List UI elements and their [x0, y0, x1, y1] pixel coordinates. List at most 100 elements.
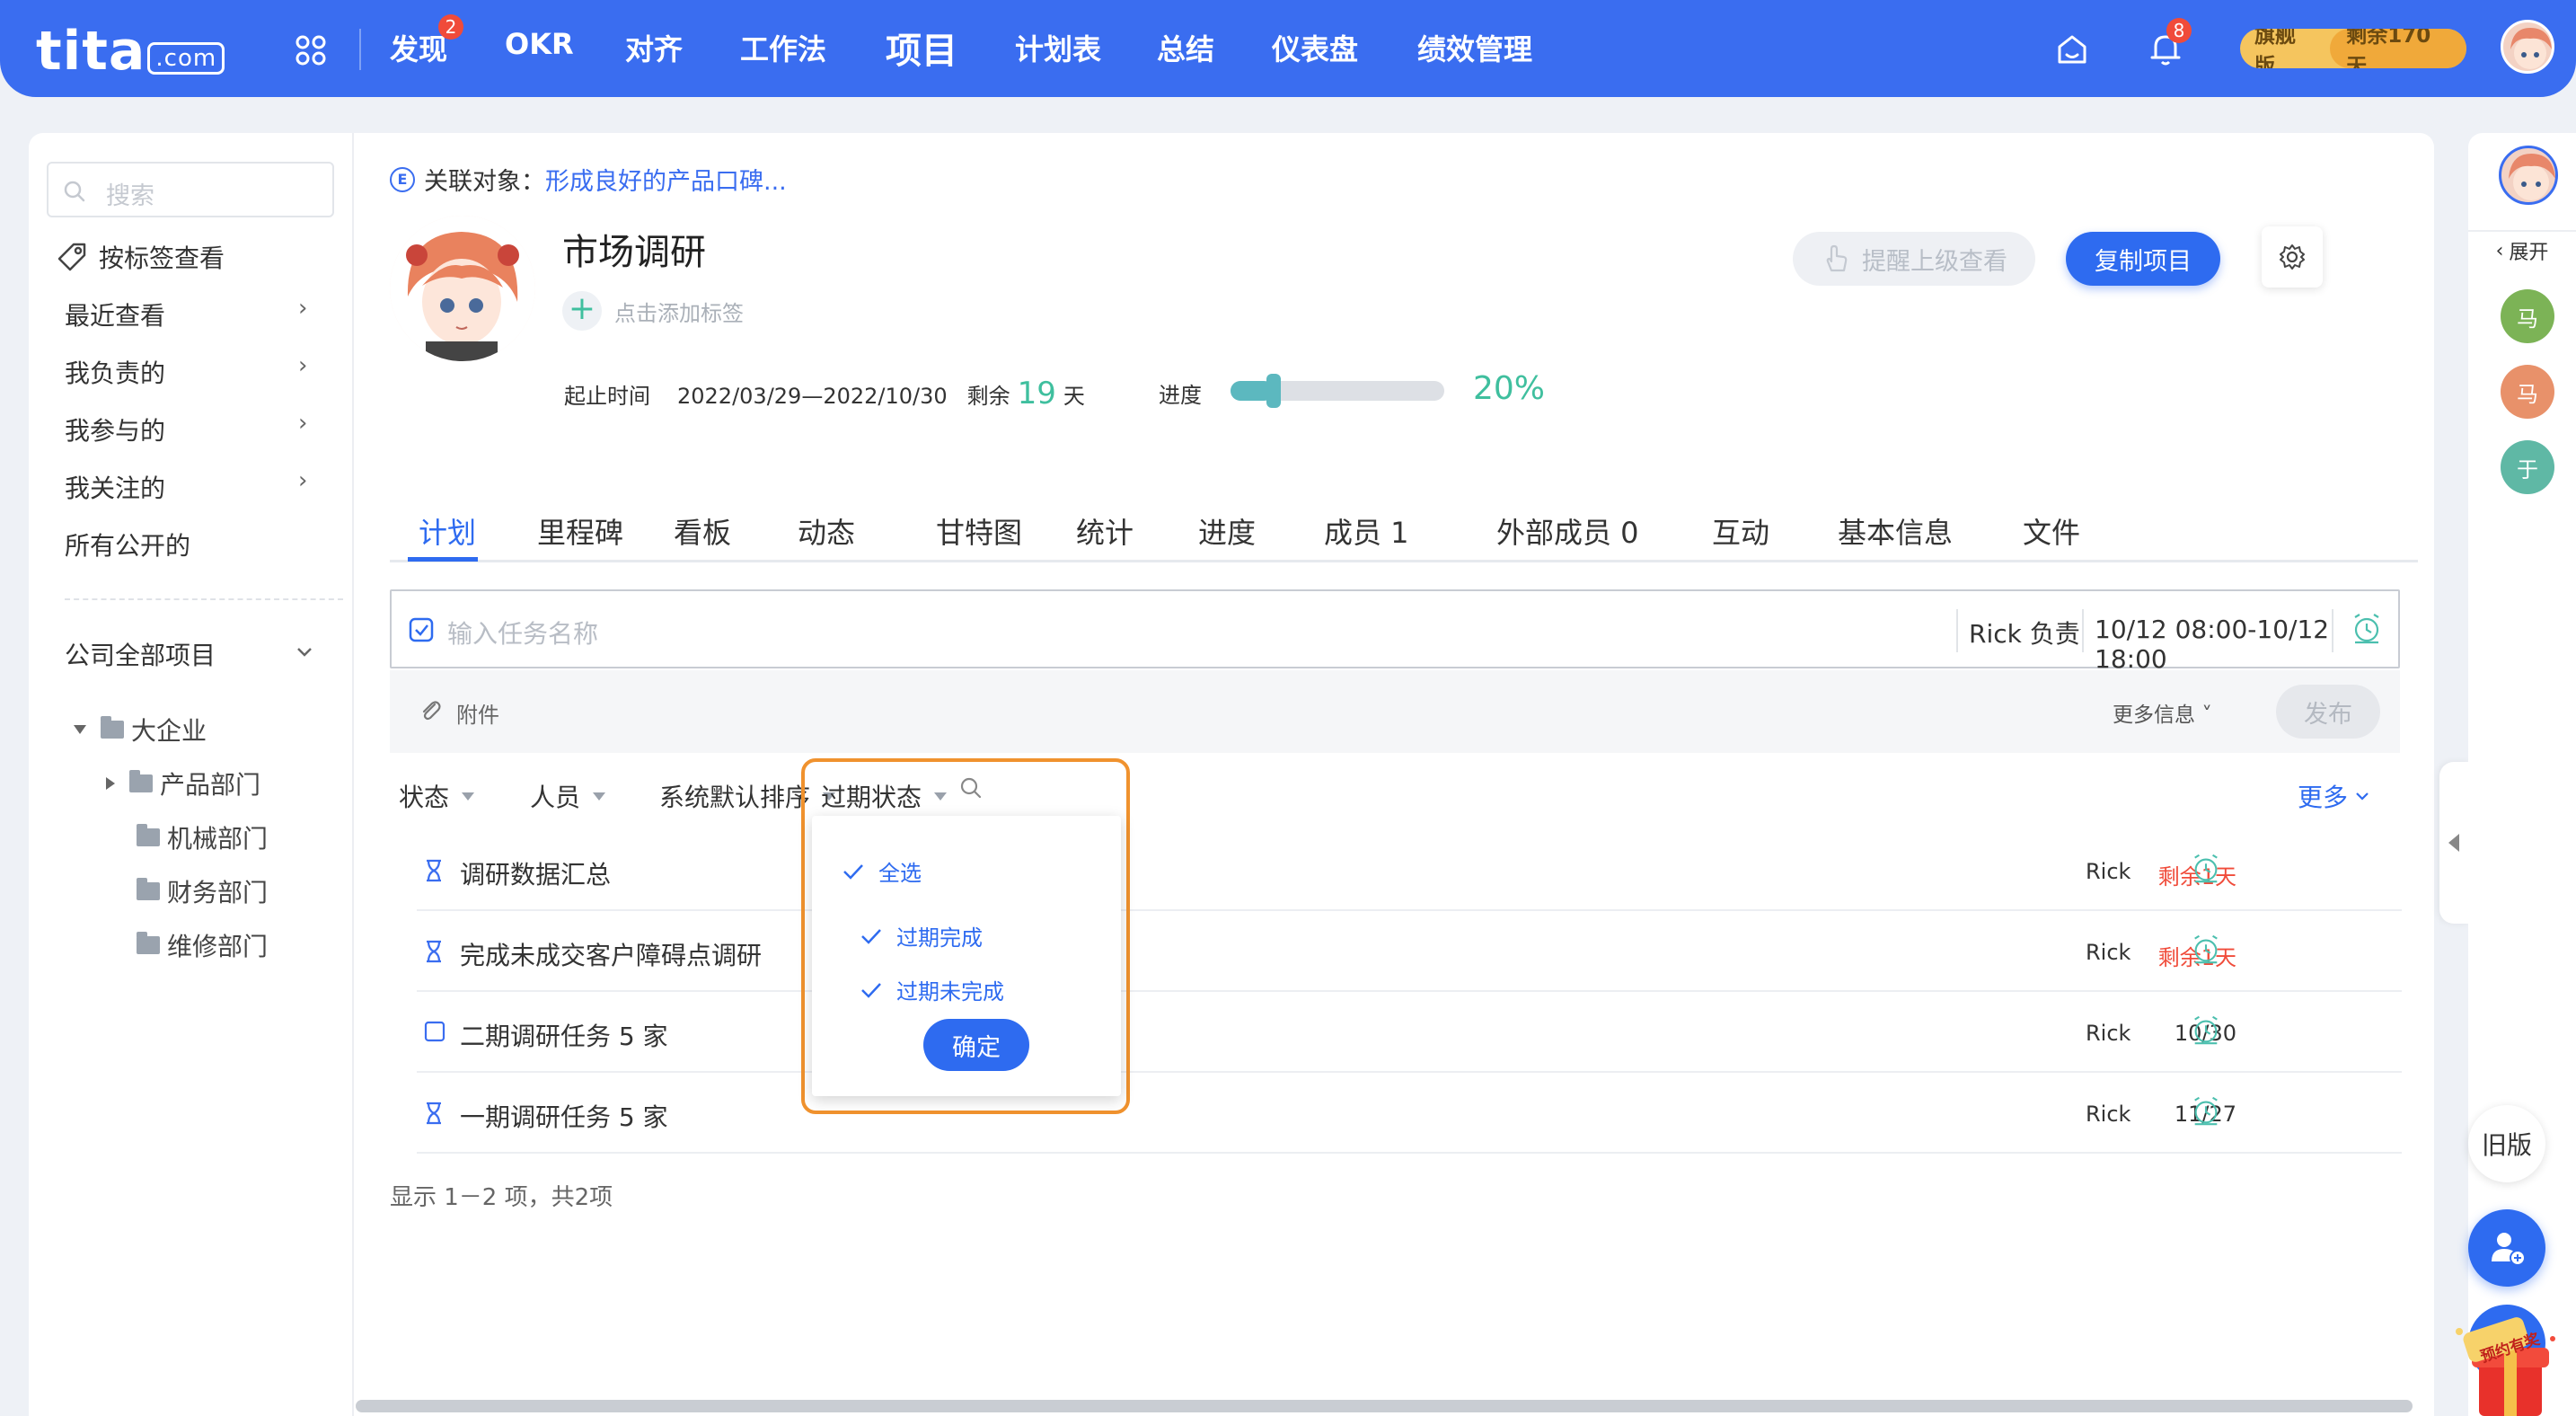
tab-plan[interactable]: 计划: [419, 510, 476, 552]
gear-icon: [2280, 244, 2305, 270]
task-owner[interactable]: Rick: [2086, 940, 2130, 965]
add-member-fab[interactable]: [2468, 1209, 2545, 1287]
attachment-button[interactable]: 附件: [456, 697, 499, 729]
filter-people[interactable]: 人员: [530, 778, 606, 814]
home-icon[interactable]: [2055, 32, 2089, 66]
progress-handle[interactable]: [1266, 374, 1281, 408]
member-avatar[interactable]: 马: [2501, 289, 2554, 343]
sidebar-item-recent[interactable]: 最近查看: [65, 296, 165, 332]
sidebar-item-participating[interactable]: 我参与的: [65, 412, 165, 447]
overdue-incomplete-option[interactable]: 过期未完成: [860, 974, 1004, 1005]
nav-okr[interactable]: OKR: [505, 27, 574, 61]
task-name[interactable]: 二期调研任务 5 家: [460, 1017, 668, 1053]
alarm-clock-icon[interactable]: [2190, 933, 2222, 965]
alarm-clock-icon[interactable]: [2350, 611, 2384, 645]
task-row[interactable]: 一期调研任务 5 家 11/27 Rick: [417, 1073, 2402, 1154]
nav-dashboard[interactable]: 仪表盘: [1272, 27, 1358, 68]
chevron-right-icon[interactable]: ›: [298, 352, 307, 379]
nav-align[interactable]: 对齐: [625, 27, 683, 68]
chevron-down-icon[interactable]: [296, 647, 313, 658]
check-icon: [861, 982, 881, 998]
tab-activity[interactable]: 动态: [798, 510, 855, 552]
alarm-clock-icon[interactable]: [2190, 852, 2222, 884]
chevron-right-icon[interactable]: ›: [298, 410, 307, 437]
notification-badge: 8: [2166, 18, 2192, 43]
tree-node-enterprise[interactable]: 大企业: [74, 712, 207, 748]
tab-members[interactable]: 成员 1: [1324, 510, 1409, 552]
task-owner[interactable]: Rick: [2086, 859, 2130, 884]
tab-basic-info[interactable]: 基本信息: [1838, 510, 1953, 552]
filter-status[interactable]: 状态: [399, 778, 475, 814]
member-avatar[interactable]: 于: [2501, 440, 2554, 494]
expand-panel-button[interactable]: ‹ 展开: [2468, 230, 2576, 270]
tree-node-mechanical[interactable]: 机械部门: [137, 819, 268, 855]
expand-down-icon[interactable]: [74, 725, 86, 734]
more-filters-button[interactable]: 更多: [2298, 778, 2369, 814]
company-projects-toggle[interactable]: 公司全部项目: [65, 636, 216, 672]
sidebar-item-responsible[interactable]: 我负责的: [65, 354, 165, 390]
task-row[interactable]: 完成未成交客户障碍点调研 剩余1天 Rick: [417, 911, 2402, 992]
task-owner[interactable]: Rick: [2086, 1102, 2130, 1127]
nav-project[interactable]: 项目: [886, 22, 957, 74]
nav-discover[interactable]: 发现 2: [390, 14, 463, 68]
nav-workmethod[interactable]: 工作法: [740, 27, 826, 68]
sidebar-search-input[interactable]: 搜索: [47, 162, 334, 217]
more-info-toggle[interactable]: 更多信息 ˅: [2113, 697, 2212, 728]
tita-logo[interactable]: tita .com: [36, 20, 225, 83]
promo-gift-badge[interactable]: 预约有奖: [2452, 1312, 2560, 1416]
folder-icon: [137, 878, 160, 900]
tree-node-maintenance[interactable]: 维修部门: [137, 927, 268, 963]
tree-node-product[interactable]: 产品部门: [106, 766, 260, 801]
new-task-input[interactable]: 输入任务名称 Rick 负责 10/12 08:00-10/12 18:00: [390, 589, 2400, 674]
copy-project-button[interactable]: 复制项目: [2066, 232, 2220, 286]
tree-node-finance[interactable]: 财务部门: [137, 873, 268, 909]
select-all-option[interactable]: 全选: [842, 855, 922, 887]
notification-bell[interactable]: 8: [2148, 18, 2192, 70]
sidebar-item-public[interactable]: 所有公开的: [65, 527, 190, 562]
paperclip-icon[interactable]: [417, 697, 444, 724]
tab-kanban[interactable]: 看板: [674, 510, 731, 552]
task-row[interactable]: 二期调研任务 5 家 10/30 Rick: [417, 992, 2402, 1073]
publish-button[interactable]: 发布: [2276, 685, 2380, 739]
tab-statistics[interactable]: 统计: [1076, 510, 1134, 552]
task-row[interactable]: 调研数据汇总 剩余1天 Rick: [417, 830, 2402, 911]
task-owner-selector[interactable]: Rick 负责: [1969, 615, 2080, 650]
nav-performance[interactable]: 绩效管理: [1417, 27, 1532, 68]
sidebar-item-following[interactable]: 我关注的: [65, 469, 165, 505]
remind-superior-button[interactable]: 提醒上级查看: [1793, 232, 2035, 286]
add-tag-button[interactable]: + 点击添加标签: [562, 291, 744, 331]
alarm-clock-icon[interactable]: [2190, 1013, 2222, 1046]
related-object-link[interactable]: 形成良好的产品口碑...: [545, 162, 787, 197]
project-dates: 起止时间 2022/03/29—2022/10/30 剩余 19 天: [564, 376, 1085, 412]
horizontal-scrollbar[interactable]: [356, 1400, 2413, 1412]
task-name[interactable]: 调研数据汇总: [460, 855, 611, 891]
nav-plan-table[interactable]: 计划表: [1015, 27, 1101, 68]
task-name[interactable]: 完成未成交客户障碍点调研: [460, 936, 762, 972]
tab-interaction[interactable]: 互动: [1712, 510, 1769, 552]
task-name[interactable]: 一期调研任务 5 家: [460, 1098, 668, 1134]
overdue-completed-option[interactable]: 过期完成: [860, 920, 983, 951]
panel-collapse-handle[interactable]: [2439, 762, 2470, 924]
tab-progress[interactable]: 进度: [1198, 510, 1256, 552]
tab-external-members[interactable]: 外部成员 0: [1496, 510, 1639, 552]
tab-files[interactable]: 文件: [2023, 510, 2080, 552]
tag-view-link[interactable]: 按标签查看: [54, 239, 225, 275]
nav-summary[interactable]: 总结: [1157, 27, 1214, 68]
settings-button[interactable]: [2262, 226, 2323, 288]
progress-bar[interactable]: [1231, 374, 1444, 408]
tab-milestone[interactable]: 里程碑: [537, 510, 623, 552]
chevron-right-icon[interactable]: ›: [298, 295, 307, 322]
confirm-button[interactable]: 确定: [923, 1019, 1029, 1071]
edition-badge[interactable]: 旗舰版 剩余170天: [2240, 29, 2466, 68]
current-user-avatar[interactable]: [2499, 146, 2558, 205]
task-owner[interactable]: Rick: [2086, 1021, 2130, 1046]
chevron-right-icon[interactable]: ›: [298, 467, 307, 494]
tab-gantt[interactable]: 甘特图: [936, 510, 1022, 552]
checkbox-icon[interactable]: [424, 1021, 446, 1042]
old-version-button[interactable]: 旧版: [2468, 1105, 2545, 1182]
user-avatar[interactable]: [2501, 20, 2554, 74]
expand-right-icon[interactable]: [106, 777, 115, 790]
member-avatar[interactable]: 马: [2501, 365, 2554, 419]
alarm-clock-icon[interactable]: [2190, 1094, 2222, 1127]
apps-grid-icon[interactable]: [295, 34, 327, 66]
